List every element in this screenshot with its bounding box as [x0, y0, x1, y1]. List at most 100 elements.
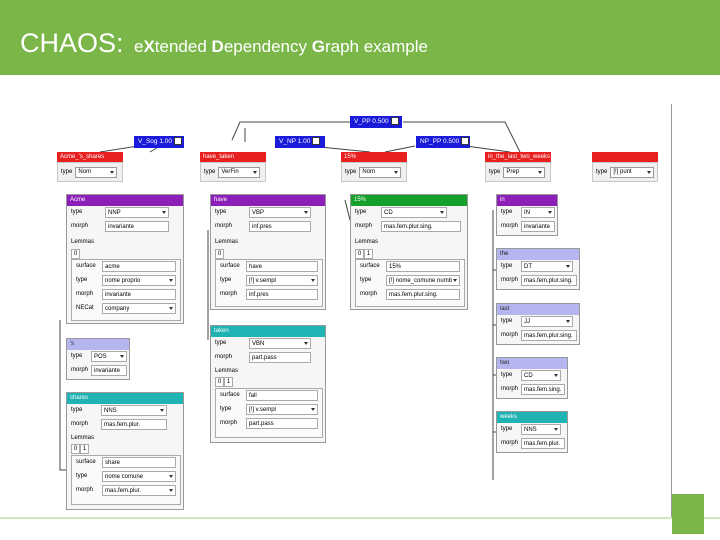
chevron-down-icon	[647, 170, 651, 174]
surface-field[interactable]: acme	[102, 261, 176, 272]
morph-field[interactable]: invariante	[105, 221, 169, 232]
lemma-tab-1[interactable]: 1	[80, 444, 89, 454]
chunk-node-15pct[interactable]: 15% type Nom	[341, 152, 407, 182]
chevron-down-icon	[566, 320, 570, 323]
chevron-down-icon	[453, 279, 457, 282]
lemma-box: surface 15% type [!] nome_comune numb morp…	[355, 259, 465, 307]
morph-field[interactable]: invariante	[521, 221, 555, 232]
morph-field[interactable]: mas.fem.plur.sing.	[521, 330, 577, 341]
chevron-down-icon	[440, 211, 444, 214]
panel-title: 's	[67, 339, 129, 350]
lemma-morph-field[interactable]: invariante	[102, 289, 176, 300]
chevron-down-icon	[311, 279, 315, 282]
chevron-down-icon	[169, 279, 173, 282]
chunk-type-select[interactable]: Nom	[75, 166, 118, 178]
chunk-type-select[interactable]: [!] punt	[610, 166, 654, 178]
chevron-down-icon	[169, 475, 173, 478]
token-panel-15pct: 15% type CD morph mas.fem.plur.sing. Lemma…	[350, 194, 468, 310]
deprel-v-np[interactable]: V_NP 1.00	[275, 136, 325, 148]
lemma-tab-1[interactable]: 1	[364, 249, 373, 259]
chevron-down-icon	[304, 342, 308, 345]
lemma-tab-1[interactable]: 1	[224, 377, 233, 387]
pos-type-select[interactable]: IN	[521, 207, 555, 218]
chunk-node-in-the-last-two-weeks[interactable]: in_the_last_two_weeks type Prep	[485, 152, 551, 182]
lemma-morph-field[interactable]: mas.fem.plur.sing.	[386, 289, 460, 300]
pos-type-select[interactable]: CD	[381, 207, 447, 218]
panel-title: shares	[67, 393, 183, 404]
chunk-type-select[interactable]: Prep	[503, 166, 546, 178]
chunk-type-select[interactable]: Nom	[359, 166, 402, 178]
pos-type-select[interactable]: POS	[91, 351, 127, 362]
pos-type-select[interactable]: VBN	[249, 338, 311, 349]
chevron-down-icon	[160, 409, 164, 412]
token-panel-s: 's type POS morph invariante	[66, 338, 130, 380]
chunk-node-punct[interactable]: type [!] punt	[592, 152, 658, 182]
lemma-tab-0[interactable]: 0	[355, 249, 364, 259]
token-panel-shares: shares type NNS morph mas.fem.plur. Lemmas…	[66, 392, 184, 510]
chevron-down-icon	[169, 307, 173, 310]
lemma-box: surface acme type nome proprio morph invari…	[71, 259, 181, 321]
pos-type-select[interactable]: NNS	[521, 424, 561, 435]
lemma-type-select[interactable]: nome proprio	[102, 275, 176, 286]
lemma-type-select[interactable]: [!] nome_comune numb	[386, 275, 460, 286]
lemma-type-select[interactable]: nome comune	[102, 471, 176, 482]
chevron-down-icon	[120, 355, 124, 358]
morph-field[interactable]: mas.fem.sing.	[521, 384, 565, 395]
token-panel-two: two type CD morph mas.fem.sing.	[496, 357, 568, 399]
chunk-type-select[interactable]: VerFin	[218, 166, 261, 178]
necat-select[interactable]: company	[102, 303, 176, 314]
panel-title: two	[497, 358, 567, 369]
lemma-type-select[interactable]: [!] v.sempl	[246, 404, 318, 415]
lemma-morph-field[interactable]: inf.pres	[246, 289, 318, 300]
pos-type-select[interactable]: VBP	[249, 207, 311, 218]
chevron-down-icon	[311, 408, 315, 411]
deprel-menu-icon[interactable]	[461, 137, 470, 146]
chunk-node-acme-shares[interactable]: Acme_'s_shares type Nom	[57, 152, 123, 182]
pos-type-select[interactable]: DT	[521, 261, 573, 272]
morph-field[interactable]: invariante	[91, 365, 127, 376]
pos-type-select[interactable]: CD	[521, 370, 561, 381]
lemma-type-select[interactable]: [!] v.sempl	[246, 275, 318, 286]
surface-field[interactable]: fall	[246, 390, 318, 401]
chevron-down-icon	[162, 211, 166, 214]
morph-field[interactable]: mas.fem.plur.sing.	[381, 221, 461, 232]
panel-title: Acme	[67, 195, 183, 206]
morph-field[interactable]: inf.pres	[249, 221, 311, 232]
chevron-down-icon	[169, 489, 173, 492]
morph-field[interactable]: mas.fem.plur.	[101, 419, 167, 430]
lemma-morph-field[interactable]: mas.fem.plur.	[102, 485, 176, 496]
chevron-down-icon	[304, 211, 308, 214]
chevron-down-icon	[554, 428, 558, 431]
lemma-tab-0[interactable]: 0	[71, 444, 80, 454]
lemma-morph-field[interactable]: part.pass	[246, 418, 318, 429]
surface-field[interactable]: 15%	[386, 261, 460, 272]
chevron-down-icon	[548, 211, 552, 214]
lemma-box: surface fall type [!] v.sempl morph part.pa…	[215, 388, 323, 438]
pos-type-select[interactable]: NNP	[105, 207, 169, 218]
morph-field[interactable]: mas.fem.plur.	[521, 438, 565, 449]
lemma-box: surface share type nome comune morph mas.fe…	[71, 455, 181, 505]
deprel-v-pp[interactable]: V_PP 0.500	[350, 116, 402, 128]
morph-field[interactable]: part.pass	[249, 352, 311, 363]
token-panel-last: last type JJ morph mas.fem.plur.sing.	[496, 303, 580, 345]
panel-title: the	[497, 249, 579, 260]
deprel-menu-icon[interactable]	[390, 117, 399, 126]
surface-field[interactable]: have	[246, 261, 318, 272]
panel-title: taken	[211, 326, 325, 337]
panel-title: 15%	[351, 195, 467, 206]
deprel-v-sog[interactable]: V_Sog 1.00	[134, 136, 184, 148]
lemma-tab-0[interactable]: 0	[71, 249, 80, 259]
lemma-tab-0[interactable]: 0	[215, 249, 224, 259]
morph-field[interactable]: mas.fem.plur.sing.	[521, 275, 577, 286]
surface-field[interactable]: share	[102, 457, 176, 468]
pos-type-select[interactable]: NNS	[101, 405, 167, 416]
deprel-menu-icon[interactable]	[173, 137, 182, 146]
deprel-np-pp[interactable]: NP_PP 0.500	[416, 136, 470, 148]
lemma-tab-0[interactable]: 0	[215, 377, 224, 387]
deprel-menu-icon[interactable]	[312, 137, 321, 146]
token-panel-in: in type IN morph invariante	[496, 194, 558, 236]
panel-title: in	[497, 195, 557, 206]
chunk-node-have-taken[interactable]: have_taken type VerFin	[200, 152, 266, 182]
panel-title: have	[211, 195, 325, 206]
pos-type-select[interactable]: JJ	[521, 316, 573, 327]
